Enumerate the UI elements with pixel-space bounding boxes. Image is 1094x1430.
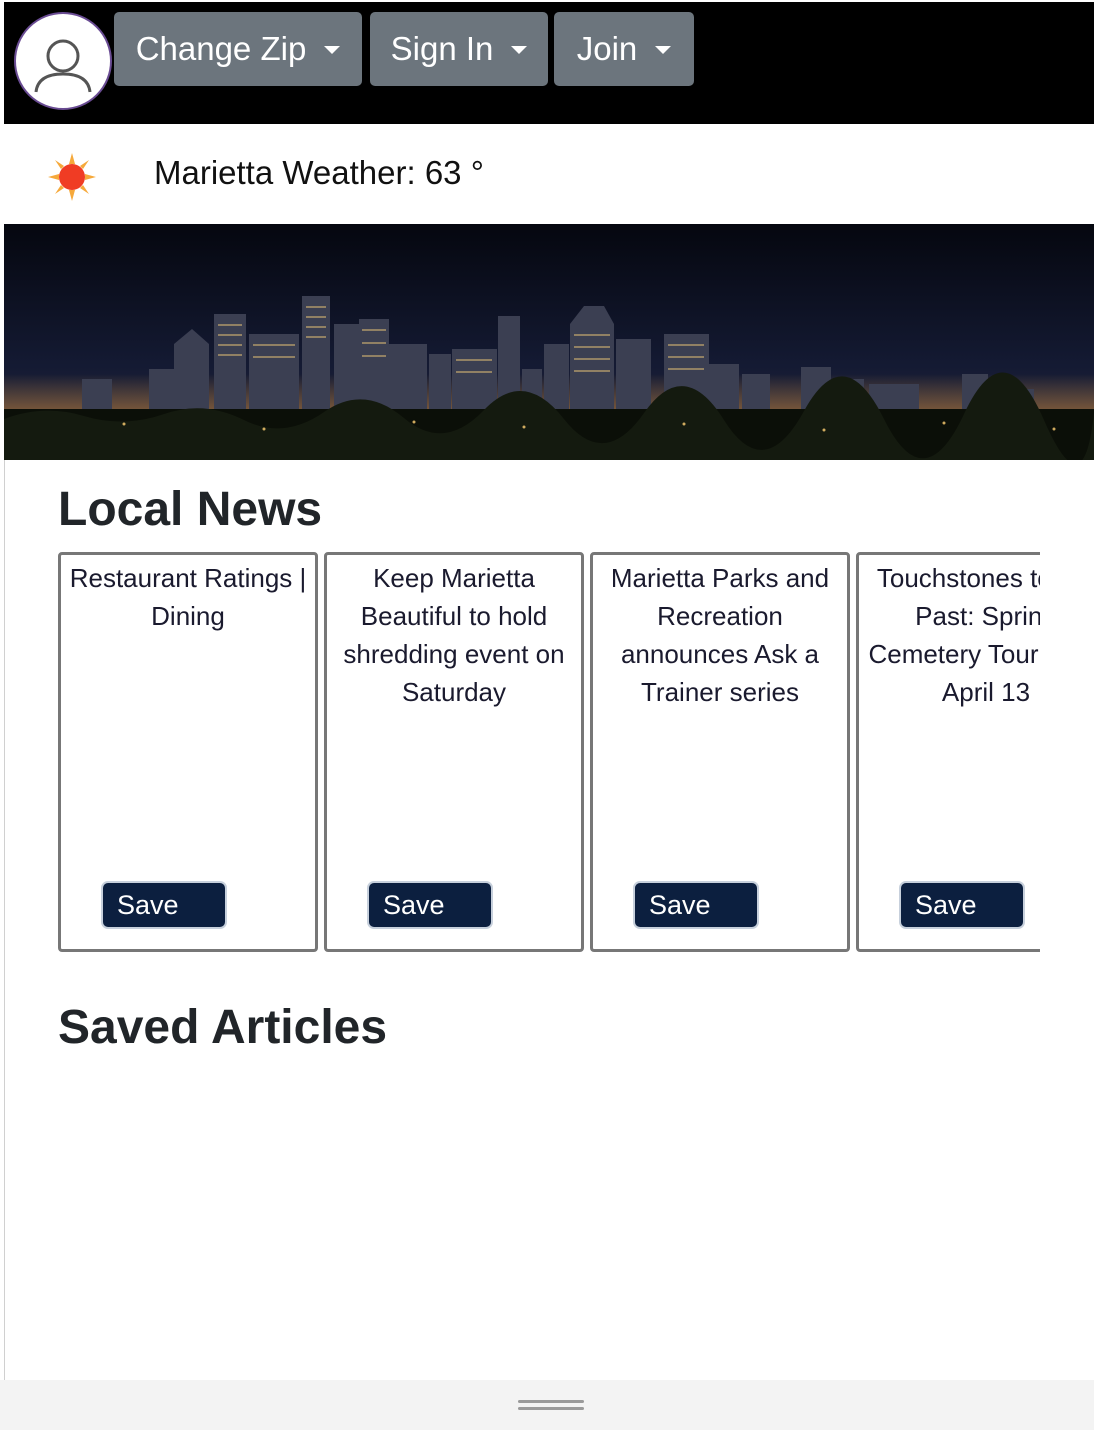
news-card-title[interactable]: Marietta Parks and Recreation announces … [599,559,841,711]
join-dropdown[interactable]: Join [554,12,694,86]
save-button[interactable]: Save [367,881,493,929]
city-skyline-banner [4,224,1094,460]
news-card[interactable]: Marietta Parks and Recreation announces … [590,552,850,952]
drag-handle-icon[interactable] [518,1407,584,1410]
sign-in-label: Sign In [390,30,494,67]
bottom-resize-bar[interactable] [0,1380,1094,1430]
news-card[interactable]: Touchstones to the Past: Spring Cemetery… [856,552,1040,952]
news-card-title[interactable]: Touchstones to the Past: Spring Cemetery… [865,559,1040,711]
save-button[interactable]: Save [633,881,759,929]
sign-in-dropdown[interactable]: Sign In [370,12,548,86]
news-card[interactable]: Keep Marietta Beautiful to hold shreddin… [324,552,584,952]
saved-articles-heading: Saved Articles [58,1001,388,1054]
drag-handle-icon[interactable] [518,1400,584,1403]
news-card[interactable]: Restaurant Ratings | Dining Save [58,552,318,952]
news-card-title[interactable]: Keep Marietta Beautiful to hold shreddin… [333,559,575,711]
sun-icon [48,153,96,201]
caret-down-icon [324,46,341,54]
caret-down-icon [655,46,672,54]
save-button[interactable]: Save [101,881,227,929]
news-card-title[interactable]: Restaurant Ratings | Dining [67,559,309,635]
user-avatar[interactable] [14,12,112,110]
weather-text: Marietta Weather: 63 ° [154,154,484,191]
user-icon [34,39,92,93]
news-card-carousel[interactable]: Restaurant Ratings | Dining Save Keep Ma… [58,552,1040,952]
join-label: Join [576,30,638,67]
city-skyline-image [4,224,1094,460]
change-zip-label: Change Zip [135,30,307,67]
change-zip-dropdown[interactable]: Change Zip [114,12,362,86]
local-news-heading: Local News [58,483,323,536]
save-button[interactable]: Save [899,881,1025,929]
caret-down-icon [511,46,528,54]
